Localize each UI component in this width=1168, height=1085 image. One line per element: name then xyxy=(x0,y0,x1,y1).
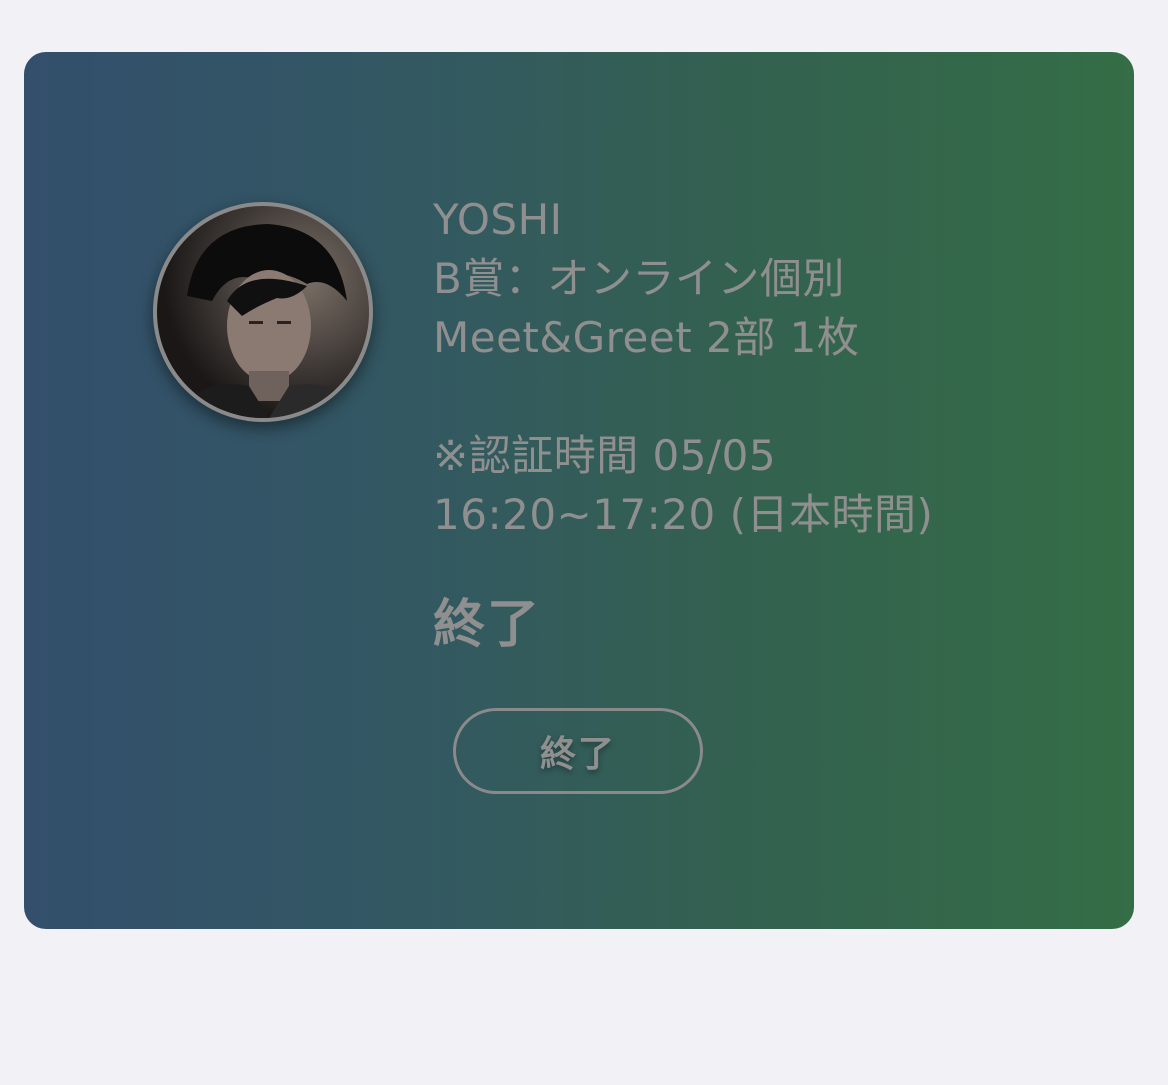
prize-title: B賞：オンライン個別 xyxy=(433,254,845,303)
status-text: 終了 xyxy=(433,595,542,655)
prize-info: YOSHI B賞：オンライン個別 Meet&Greet 2部 1枚 ※認証時間 … xyxy=(433,190,933,544)
end-button[interactable]: 終了 xyxy=(453,708,703,794)
meet-greet-card: YOSHI B賞：オンライン個別 Meet&Greet 2部 1枚 ※認証時間 … xyxy=(24,52,1134,929)
artist-avatar xyxy=(153,202,373,422)
auth-time-range: 16:20~17:20 (日本時間) xyxy=(433,490,934,539)
artist-name: YOSHI xyxy=(433,195,563,244)
artist-portrait-image xyxy=(177,224,357,418)
prize-detail: Meet&Greet 2部 1枚 xyxy=(433,313,860,362)
auth-time-label: ※認証時間 05/05 xyxy=(433,431,777,480)
